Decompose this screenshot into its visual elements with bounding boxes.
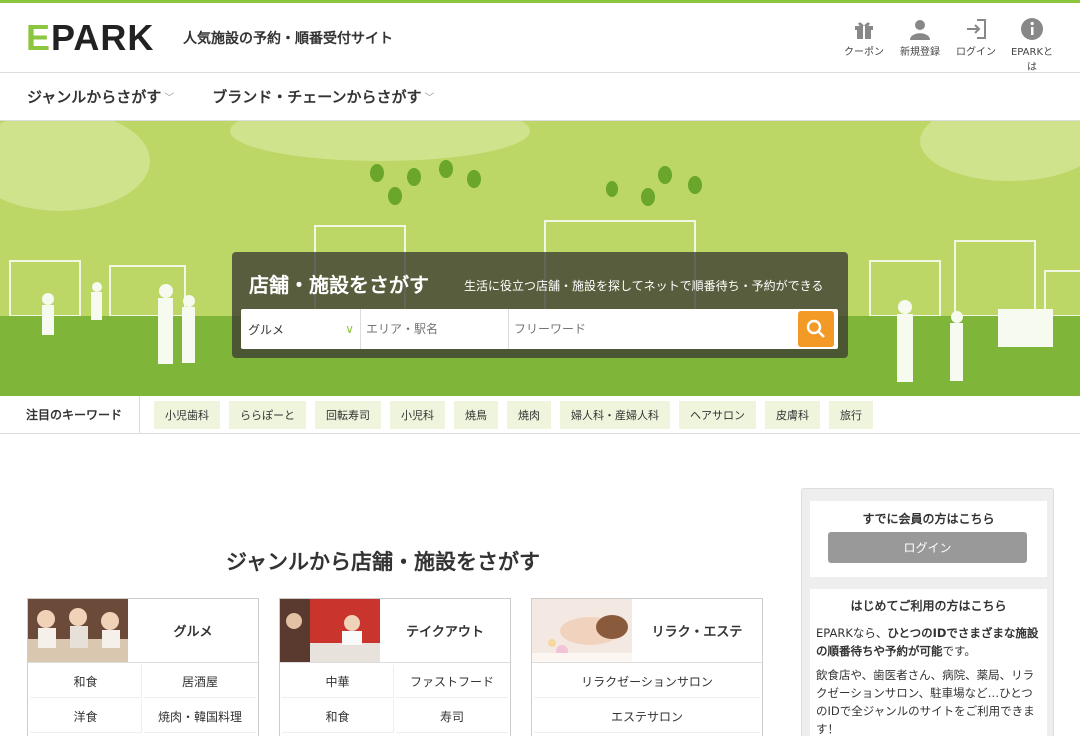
chevron-down-icon: ∨ xyxy=(345,322,354,336)
subcategory-link[interactable]: エステサロン xyxy=(534,700,760,733)
header-links: クーポン 新規登録 ログイン EPARKとは xyxy=(840,17,1056,73)
site-tagline: 人気施設の予約・順番受付サイト xyxy=(183,31,393,47)
subcategory-link[interactable]: 和食 xyxy=(30,665,142,698)
keyword-chip[interactable]: 旅行 xyxy=(829,400,873,429)
keyword-label: 注目のキーワード xyxy=(0,395,140,434)
genre-subcategories: 中華 ファストフード 和食 寿司 xyxy=(280,665,510,733)
takeout-photo xyxy=(280,599,380,663)
keyword-chip[interactable]: 焼鳥 xyxy=(454,400,498,429)
subcategory-link[interactable]: 中華 xyxy=(282,665,394,698)
genre-navigation: ジャンルからさがす ﹀ ブランド・チェーンからさがす ﹀ xyxy=(0,73,1080,121)
search-button[interactable] xyxy=(798,311,834,347)
login-link[interactable]: ログイン xyxy=(952,17,1000,73)
keyword-chip[interactable]: 小児科 xyxy=(390,400,445,429)
genre-card-title: テイクアウト xyxy=(380,599,510,663)
subcategory-link[interactable]: 焼肉・韓国料理 xyxy=(144,700,256,733)
relaxation-photo xyxy=(532,599,632,663)
freeword-input[interactable] xyxy=(509,309,798,349)
login-icon xyxy=(967,19,986,39)
genre-subcategories: 和食 居酒屋 洋食 焼肉・韓国料理 xyxy=(28,665,258,733)
genre-section-title: ジャンルから店舗・施設をさがす xyxy=(226,550,540,574)
genre-select[interactable]: グルメ ∨ xyxy=(241,309,361,349)
keyword-chip[interactable]: ららぽーと xyxy=(229,400,306,429)
member-login-title: すでに会員の方はこちら xyxy=(862,512,995,526)
subcategory-link[interactable]: 寿司 xyxy=(396,700,508,733)
site-header: EPARK 人気施設の予約・順番受付サイト クーポン 新規登録 ログイン EPA… xyxy=(0,3,1080,73)
search-icon xyxy=(806,319,825,338)
search-form: グルメ ∨ xyxy=(241,309,838,349)
area-input[interactable] xyxy=(361,309,509,349)
subcategory-link[interactable]: 居酒屋 xyxy=(144,665,256,698)
about-label: EPARKとは xyxy=(1010,47,1054,73)
description-text: 飲食店や、歯医者さん、病院、薬局、リラクゼーションサロン、駐車場など…ひとつのI… xyxy=(816,668,1035,736)
nav-search-by-genre[interactable]: ジャンルからさがす ﹀ xyxy=(27,86,174,107)
chevron-down-icon: ﹀ xyxy=(424,93,435,104)
keyword-chip[interactable]: ヘアサロン xyxy=(679,400,756,429)
subcategory-link[interactable]: リラクゼーションサロン xyxy=(534,665,760,698)
member-sidebar: すでに会員の方はこちら ログイン はじめてご利用の方はこちら EPARKなら、ひ… xyxy=(801,488,1054,736)
subcategory-link[interactable]: 和食 xyxy=(282,700,394,733)
gift-icon xyxy=(855,22,873,39)
genre-card-gourmet[interactable]: グルメ 和食 居酒屋 洋食 焼肉・韓国料理 xyxy=(27,598,259,736)
keyword-chip[interactable]: 回転寿司 xyxy=(315,400,381,429)
register-link[interactable]: 新規登録 xyxy=(896,17,944,73)
subcategory-link[interactable]: 洋食 xyxy=(30,700,142,733)
search-title: 店舗・施設をさがす xyxy=(249,273,429,297)
search-panel: 店舗・施設をさがす 生活に役立つ店舗・施設を探してネットで順番待ち・予約ができる… xyxy=(232,252,848,358)
epark-logo[interactable]: EPARK xyxy=(26,20,154,56)
genre-card-title: リラク・エステ xyxy=(632,599,762,663)
about-epark-link[interactable]: EPARKとは xyxy=(1008,17,1056,73)
genre-subcategories: リラクゼーションサロン エステサロン xyxy=(532,665,762,733)
hero-banner: 店舗・施設をさがす 生活に役立つ店舗・施設を探してネットで順番待ち・予約ができる… xyxy=(0,121,1080,396)
coupon-link[interactable]: クーポン xyxy=(840,17,888,73)
intro-text: EPARKなら、ひとつのIDでさまざまな施設の順番待ちや予約が可能です。 xyxy=(816,626,1039,658)
genre-card-title: グルメ xyxy=(128,599,258,663)
keyword-chip[interactable]: 皮膚科 xyxy=(765,400,820,429)
login-label: ログイン xyxy=(956,47,996,58)
keyword-chips: 小児歯科 ららぽーと 回転寿司 小児科 焼鳥 焼肉 婦人科・産婦人科 ヘアサロン… xyxy=(140,400,873,429)
main-content: ジャンルから店舗・施設をさがす グルメ 和食 居酒屋 洋食 焼肉・韓国料理 テイ… xyxy=(0,434,1080,736)
sidebar-login-button[interactable]: ログイン xyxy=(828,532,1027,563)
coupon-label: クーポン xyxy=(844,47,884,58)
search-subtitle: 生活に役立つ店舗・施設を探してネットで順番待ち・予約ができる xyxy=(464,279,824,293)
first-time-box: はじめてご利用の方はこちら EPARKなら、ひとつのIDでさまざまな施設の順番待… xyxy=(810,589,1047,736)
first-time-title: はじめてご利用の方はこちら xyxy=(850,599,1007,613)
genre-card-takeout[interactable]: テイクアウト 中華 ファストフード 和食 寿司 xyxy=(279,598,511,736)
info-icon xyxy=(1021,18,1043,40)
keyword-bar: 注目のキーワード 小児歯科 ららぽーと 回転寿司 小児科 焼鳥 焼肉 婦人科・産… xyxy=(0,395,1080,434)
chevron-down-icon: ﹀ xyxy=(164,93,175,104)
gourmet-photo xyxy=(28,599,128,663)
keyword-chip[interactable]: 婦人科・産婦人科 xyxy=(560,400,670,429)
keyword-chip[interactable]: 小児歯科 xyxy=(154,400,220,429)
keyword-chip[interactable]: 焼肉 xyxy=(507,400,551,429)
member-login-box: すでに会員の方はこちら ログイン xyxy=(810,501,1047,577)
user-icon xyxy=(910,20,930,40)
nav-search-by-brand[interactable]: ブランド・チェーンからさがす ﹀ xyxy=(212,86,434,107)
subcategory-link[interactable]: ファストフード xyxy=(396,665,508,698)
register-label: 新規登録 xyxy=(900,47,940,58)
genre-card-relaxation[interactable]: リラク・エステ リラクゼーションサロン エステサロン xyxy=(531,598,763,736)
